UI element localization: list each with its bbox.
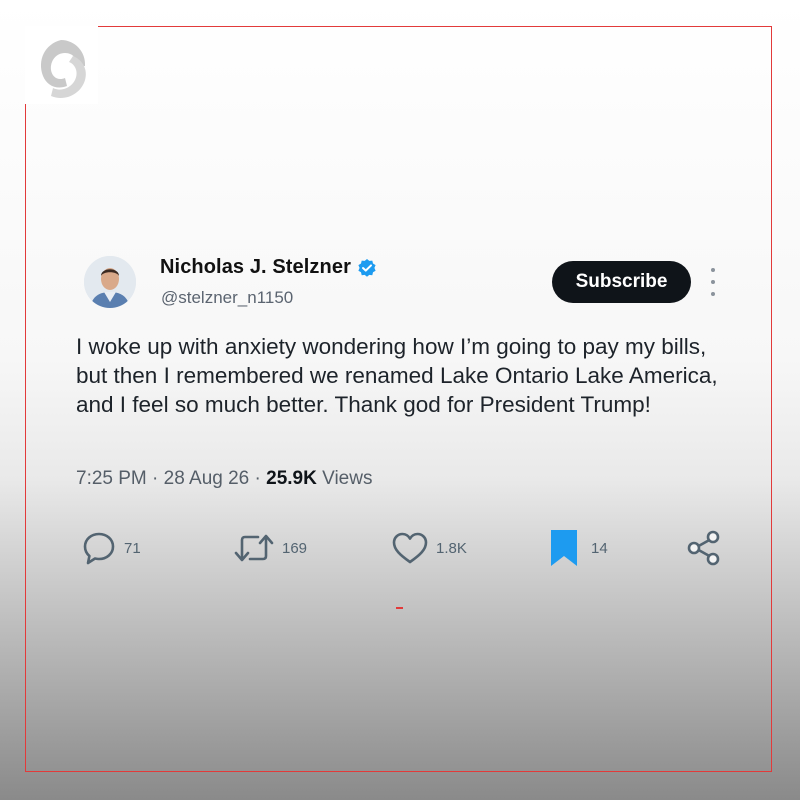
avatar[interactable] [84,256,136,308]
post-date[interactable]: 28 Aug 26 [164,468,250,489]
meta-separator: · [152,468,159,489]
reply-count: 71 [124,539,141,557]
red-frame-left-edge [25,104,26,772]
accent-dash [396,607,403,609]
views-label: Views [322,468,373,489]
more-options-icon[interactable] [705,268,721,296]
post-meta: 7:25 PM · 28 Aug 26 · 25.9K Views [76,468,372,490]
bookmark-button[interactable]: 14 [545,528,608,568]
share-icon [687,530,720,566]
like-button[interactable]: 1.8K [390,528,467,568]
author-handle[interactable]: @stelzner_n1150 [161,288,293,308]
views-count: 25.9K [266,468,317,489]
subscribe-button[interactable]: Subscribe [552,261,691,303]
heart-icon [392,532,428,564]
bookmark-count: 14 [591,539,608,557]
verified-badge-icon [357,258,377,278]
like-count: 1.8K [436,539,467,557]
more-dot [711,268,715,272]
channel-logo-icon [25,26,98,104]
bookmark-icon [551,530,577,566]
repost-icon [234,534,274,562]
author-name-row: Nicholas J. Stelzner [160,256,377,279]
more-dot [711,280,715,284]
author-name[interactable]: Nicholas J. Stelzner [160,256,351,279]
share-button[interactable] [684,528,724,568]
reply-button[interactable]: 71 [80,528,141,568]
repost-button[interactable]: 169 [232,528,307,568]
more-dot [711,292,715,296]
reply-icon [83,532,115,565]
post-time[interactable]: 7:25 PM [76,468,147,489]
meta-separator: · [254,468,261,489]
post-text: I woke up with anxiety wondering how I’m… [76,334,718,417]
action-bar: 71 169 1.8K 14 [0,528,800,568]
repost-count: 169 [282,539,308,557]
